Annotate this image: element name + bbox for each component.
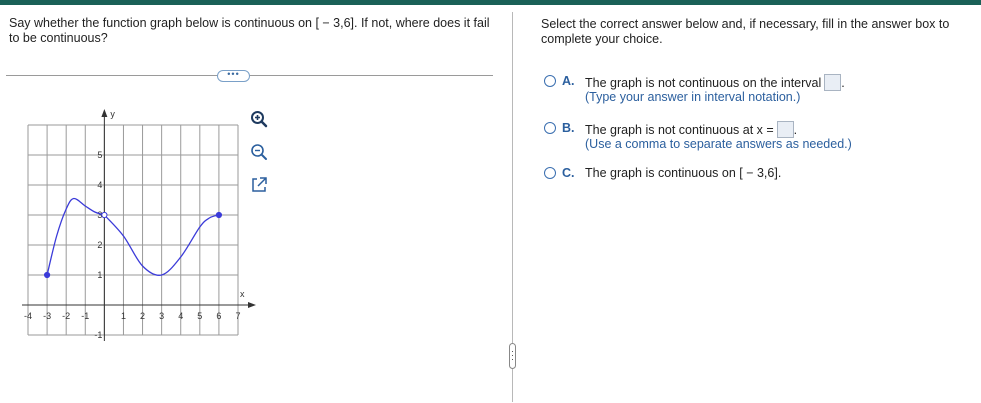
option-a-text: The graph is not continuous on the inter… [585, 76, 822, 90]
option-b-hint: (Use a comma to separate answers as need… [585, 137, 852, 151]
x-tick-label: 7 [235, 311, 240, 321]
grid [27, 124, 239, 336]
curve-series [46, 197, 105, 276]
option-b-text: The graph is not continuous at x = [585, 123, 774, 137]
zoom-in-button[interactable] [250, 110, 268, 128]
x-axis-arrow [248, 302, 256, 308]
x-tick-label: 6 [216, 311, 221, 321]
graph-svg: yx -4 -3 -2 -1 1 2 3 4 5 6 754321-1 [22, 109, 256, 341]
closed-endpoint [215, 211, 223, 219]
question-text: Say whether the function graph below is … [9, 16, 490, 45]
x-axis-label: x [240, 289, 245, 299]
option-b-letter: B. [562, 121, 575, 135]
option-c-text: The graph is continuous on [ − 3,6]. [585, 166, 782, 180]
y-tick-label: 1 [97, 270, 102, 280]
option-a-answer-box[interactable] [824, 74, 842, 91]
zoom-out-icon [251, 144, 267, 160]
x-tick-label: 4 [178, 311, 183, 321]
x-tick-label: 5 [197, 311, 202, 321]
y-axis-arrow [101, 109, 108, 117]
open-in-new-icon [252, 177, 267, 192]
option-c-letter: C. [562, 166, 575, 180]
y-tick-label: 5 [97, 150, 102, 160]
x-tick-label: 3 [159, 311, 164, 321]
function-graph: yx -4 -3 -2 -1 1 2 3 4 5 6 7 5 4 3 2 1 -1 [18, 105, 258, 350]
y-tick-label: 2 [97, 240, 102, 250]
panel-resize-handle[interactable] [509, 343, 516, 369]
axes: yx [22, 109, 256, 341]
option-a-radio[interactable] [544, 75, 556, 87]
zoom-out-button[interactable] [250, 143, 268, 161]
option-b-answer-box[interactable] [776, 121, 794, 138]
option-a-letter: A. [562, 74, 575, 88]
y-tick-label: -1 [94, 330, 102, 340]
x-tick-label: -3 [43, 311, 51, 321]
more-button[interactable]: ••• [217, 70, 250, 82]
open-in-new-button[interactable] [250, 176, 268, 194]
x-tick-label: -2 [62, 311, 70, 321]
option-a-hint: (Type your answer in interval notation.) [585, 90, 801, 104]
x-tick-label: -1 [81, 311, 89, 321]
option-c-radio[interactable] [544, 167, 556, 179]
x-tick-label: 1 [121, 311, 126, 321]
y-tick-label: 4 [97, 180, 102, 190]
option-b-radio[interactable] [544, 122, 556, 134]
zoom-in-icon [251, 111, 268, 128]
x-tick-label: -4 [24, 311, 32, 321]
option-a-text-wrap: The graph is not continuous on the inter… [585, 74, 845, 91]
y-axis-label: y [110, 109, 115, 119]
closed-endpoint [43, 271, 51, 279]
x-tick-label: 2 [140, 311, 145, 321]
option-b-text-wrap: The graph is not continuous at x =. [585, 121, 798, 138]
curve [43, 197, 223, 279]
open-endpoint [101, 211, 108, 219]
top-brand-bar [0, 0, 981, 5]
instructions-text: Select the correct answer below and, if … [541, 17, 950, 46]
